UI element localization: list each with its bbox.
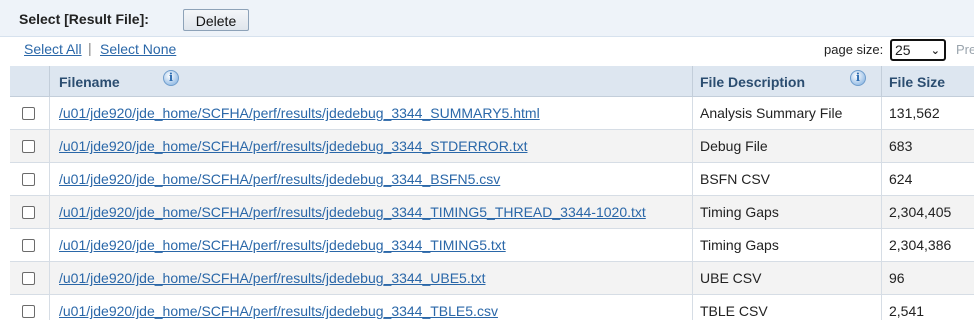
cell-divider [49,295,50,320]
cell-divider [692,163,693,195]
filename-link[interactable]: /u01/jde920/jde_home/SCFHA/perf/results/… [59,303,498,319]
select-all-link[interactable]: Select All [24,41,82,57]
selection-bar: Select All | Select None page size: 25 ⌄… [0,37,974,65]
cell-divider [49,97,50,129]
filename-link[interactable]: /u01/jde920/jde_home/SCFHA/perf/results/… [59,105,540,121]
page-size-label: page size: [824,42,884,57]
filename-link[interactable]: /u01/jde920/jde_home/SCFHA/perf/results/… [59,270,486,286]
cell-divider [881,130,882,162]
column-header-description[interactable]: File Description [700,66,805,96]
file-size: 624 [889,171,913,187]
row-checkbox[interactable] [22,239,35,252]
page-size-select[interactable]: 25 ⌄ [890,39,946,61]
info-icon[interactable]: i [850,70,866,86]
cell-divider [881,196,882,228]
header-divider [881,66,882,96]
filename-link[interactable]: /u01/jde920/jde_home/SCFHA/perf/results/… [59,138,527,154]
file-size: 2,304,405 [889,204,952,220]
file-size: 2,541 [889,303,925,319]
cell-divider [692,295,693,320]
chevron-down-icon: ⌄ [930,45,940,57]
row-checkbox[interactable] [22,107,35,120]
cell-divider [49,196,50,228]
cell-divider [49,262,50,294]
delete-button[interactable]: Delete [183,9,249,31]
table-row[interactable]: /u01/jde920/jde_home/SCFHA/perf/results/… [10,196,974,229]
table-row[interactable]: /u01/jde920/jde_home/SCFHA/perf/results/… [10,97,974,130]
cell-divider [49,229,50,261]
cell-divider [692,130,693,162]
file-description: UBE CSV [700,270,762,286]
result-file-toolbar: Select [Result File]: Delete [0,0,974,37]
file-description: BSFN CSV [700,171,771,187]
cell-divider [881,229,882,261]
filename-link[interactable]: /u01/jde920/jde_home/SCFHA/perf/results/… [59,237,506,253]
filename-link[interactable]: /u01/jde920/jde_home/SCFHA/perf/results/… [59,204,646,220]
file-description: Timing Gaps [700,237,779,253]
table-row[interactable]: /u01/jde920/jde_home/SCFHA/perf/results/… [10,163,974,196]
table-row[interactable]: /u01/jde920/jde_home/SCFHA/perf/results/… [10,262,974,295]
file-size: 131,562 [889,105,940,121]
previous-page-link[interactable]: Pre [956,42,974,57]
cell-divider [881,295,882,320]
file-size: 683 [889,138,913,154]
result-files-grid: Filename i File Description i File Size … [10,66,974,320]
table-row[interactable]: /u01/jde920/jde_home/SCFHA/perf/results/… [10,295,974,320]
cell-divider [881,97,882,129]
toolbar-title: Select [Result File]: [19,11,149,27]
header-divider [692,66,693,96]
table-row[interactable]: /u01/jde920/jde_home/SCFHA/perf/results/… [10,229,974,262]
selection-separator: | [88,40,92,56]
row-checkbox[interactable] [22,206,35,219]
cell-divider [692,97,693,129]
row-checkbox[interactable] [22,272,35,285]
header-divider [49,66,50,96]
grid-header: Filename i File Description i File Size [10,66,974,97]
file-description: Analysis Summary File [700,105,843,121]
row-checkbox[interactable] [22,305,35,318]
cell-divider [881,163,882,195]
table-row[interactable]: /u01/jde920/jde_home/SCFHA/perf/results/… [10,130,974,163]
column-header-size[interactable]: File Size [889,66,945,96]
filename-link[interactable]: /u01/jde920/jde_home/SCFHA/perf/results/… [59,171,500,187]
file-description: Timing Gaps [700,204,779,220]
info-icon[interactable]: i [163,70,179,86]
file-size: 96 [889,270,905,286]
cell-divider [881,262,882,294]
column-header-filename[interactable]: Filename [59,66,120,96]
file-description: Debug File [700,138,768,154]
file-size: 2,304,386 [889,237,952,253]
row-checkbox[interactable] [22,140,35,153]
cell-divider [692,196,693,228]
page-size-value: 25 [895,42,911,58]
file-description: TBLE CSV [700,303,768,319]
cell-divider [49,163,50,195]
cell-divider [692,229,693,261]
cell-divider [692,262,693,294]
select-none-link[interactable]: Select None [100,41,176,57]
row-checkbox[interactable] [22,173,35,186]
cell-divider [49,130,50,162]
